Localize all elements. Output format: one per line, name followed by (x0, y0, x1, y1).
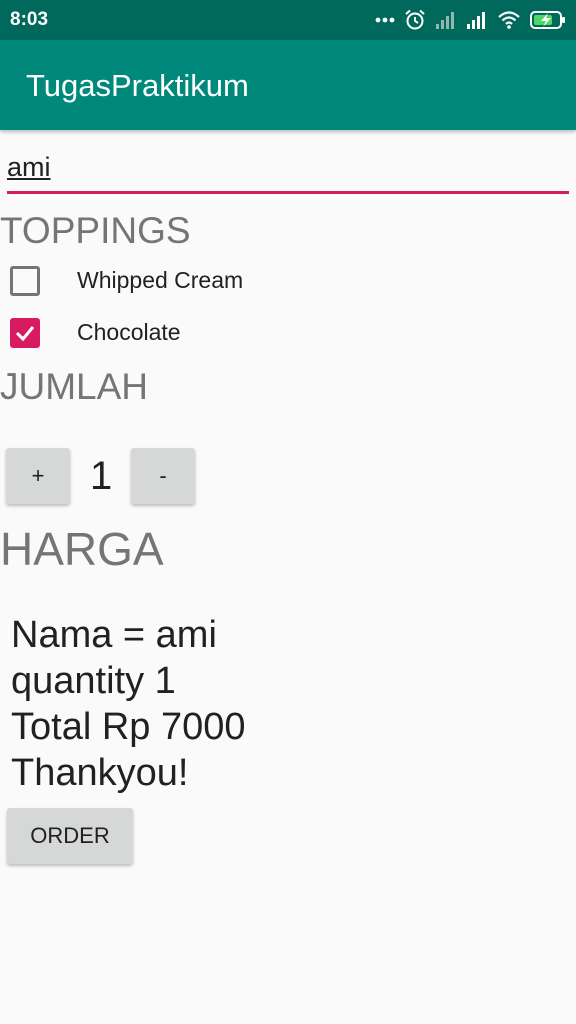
signal-off-icon (436, 12, 454, 29)
quantity-value: 1 (90, 454, 113, 498)
chocolate-label: Chocolate (77, 319, 181, 345)
summary-quantity-line: quantity 1 (11, 660, 176, 702)
harga-header: HARGA (0, 523, 164, 575)
whipped-cream-label: Whipped Cream (77, 267, 244, 293)
battery-charging-icon (530, 11, 565, 29)
status-time: 8:03 (10, 9, 49, 30)
alarm-icon (405, 9, 425, 30)
whipped-cream-checkbox[interactable] (10, 266, 40, 296)
signal-icon (467, 12, 485, 29)
wifi-icon (498, 11, 520, 29)
whipped-cream-row[interactable]: Whipped Cream (10, 263, 243, 299)
chocolate-checkbox[interactable] (10, 318, 40, 348)
order-button[interactable]: ORDER (7, 808, 133, 864)
status-bar: 8:03 (0, 0, 576, 40)
app-bar: TugasPraktikum (0, 40, 576, 130)
chocolate-row[interactable]: Chocolate (10, 315, 181, 351)
decrement-button[interactable]: - (131, 448, 195, 504)
jumlah-header: JUMLAH (0, 366, 149, 407)
order-summary: Nama = ami quantity 1 Total Rp 7000 Than… (11, 612, 246, 796)
summary-name-line: Nama = ami (11, 614, 217, 656)
checkmark-icon (15, 326, 35, 342)
app-title: TugasPraktikum (26, 68, 249, 103)
more-dots-icon (375, 17, 395, 23)
toppings-header: TOPPINGS (0, 210, 191, 251)
status-icons (375, 8, 566, 32)
summary-total-line: Total Rp 7000 (11, 706, 246, 748)
name-input[interactable] (7, 145, 569, 189)
name-input-container (7, 145, 569, 194)
increment-button[interactable]: + (6, 448, 70, 504)
summary-thanks-line: Thankyou! (11, 752, 189, 794)
